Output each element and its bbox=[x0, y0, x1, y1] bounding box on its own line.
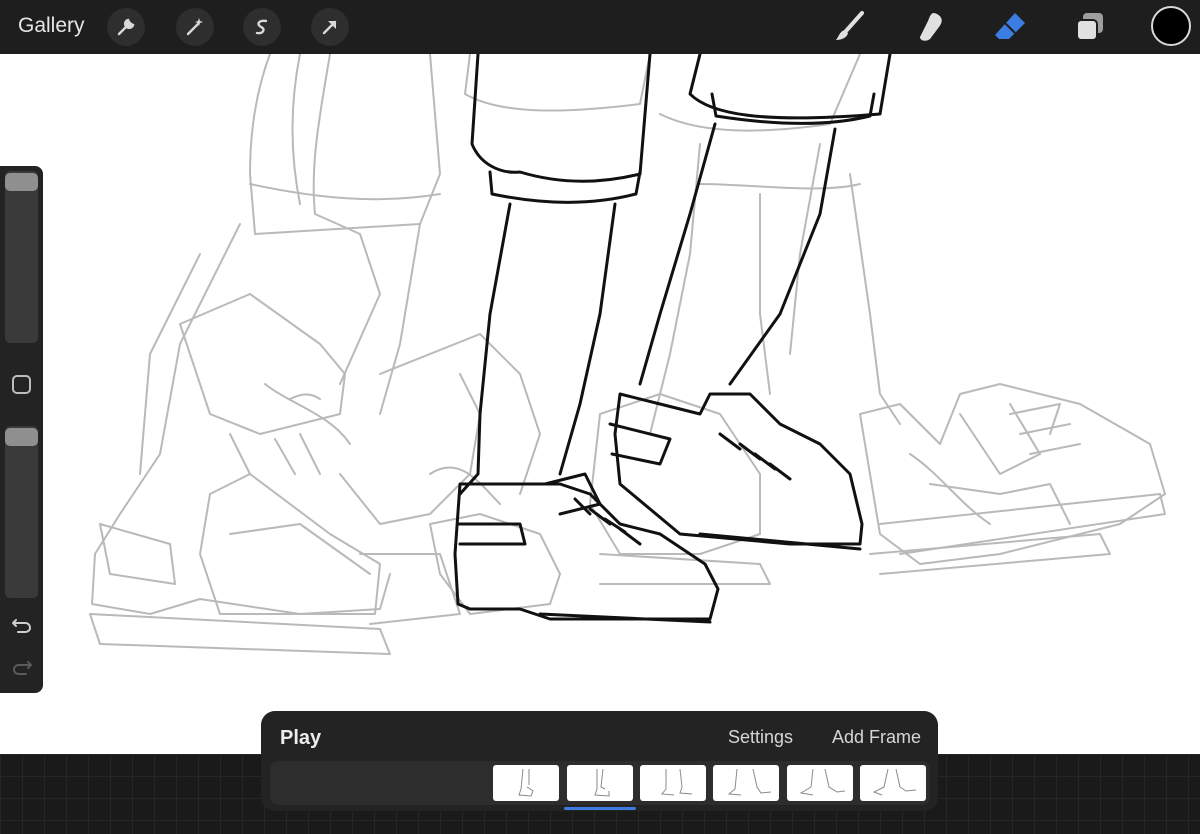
square-icon[interactable] bbox=[12, 375, 31, 394]
frame-thumbnail[interactable] bbox=[567, 765, 633, 801]
animation-assist-panel: Play Settings Add Frame bbox=[261, 711, 938, 811]
frame-thumbnail[interactable] bbox=[493, 765, 559, 801]
smudge-icon[interactable] bbox=[910, 7, 950, 47]
opacity-thumb[interactable] bbox=[5, 428, 38, 446]
layers-icon[interactable] bbox=[1070, 7, 1110, 47]
settings-button[interactable]: Settings bbox=[728, 727, 793, 748]
color-picker-button[interactable] bbox=[1151, 6, 1191, 46]
top-toolbar: Gallery bbox=[0, 0, 1200, 54]
wrench-icon[interactable] bbox=[107, 8, 145, 46]
frame-thumbnail[interactable] bbox=[640, 765, 706, 801]
redo-icon[interactable] bbox=[10, 656, 34, 678]
frame-thumbnail[interactable] bbox=[787, 765, 853, 801]
sketch-artwork bbox=[89, 54, 1166, 655]
undo-icon[interactable] bbox=[10, 614, 34, 636]
selection-icon[interactable] bbox=[243, 8, 281, 46]
brush-icon[interactable] bbox=[830, 7, 870, 47]
selected-frame-indicator bbox=[564, 807, 636, 810]
brush-size-slider[interactable] bbox=[5, 171, 38, 343]
gallery-button[interactable]: Gallery bbox=[18, 14, 85, 38]
play-button[interactable]: Play bbox=[280, 727, 321, 750]
add-frame-button[interactable]: Add Frame bbox=[832, 727, 921, 748]
left-sidebar bbox=[0, 166, 43, 693]
frame-thumbnail[interactable] bbox=[860, 765, 926, 801]
magic-wand-icon[interactable] bbox=[176, 8, 214, 46]
drawing-canvas[interactable] bbox=[0, 54, 1200, 754]
frame-thumbnail[interactable] bbox=[713, 765, 779, 801]
brush-size-thumb[interactable] bbox=[5, 173, 38, 191]
eraser-icon[interactable] bbox=[990, 7, 1030, 47]
transform-arrow-icon[interactable] bbox=[311, 8, 349, 46]
opacity-slider[interactable] bbox=[5, 426, 38, 598]
